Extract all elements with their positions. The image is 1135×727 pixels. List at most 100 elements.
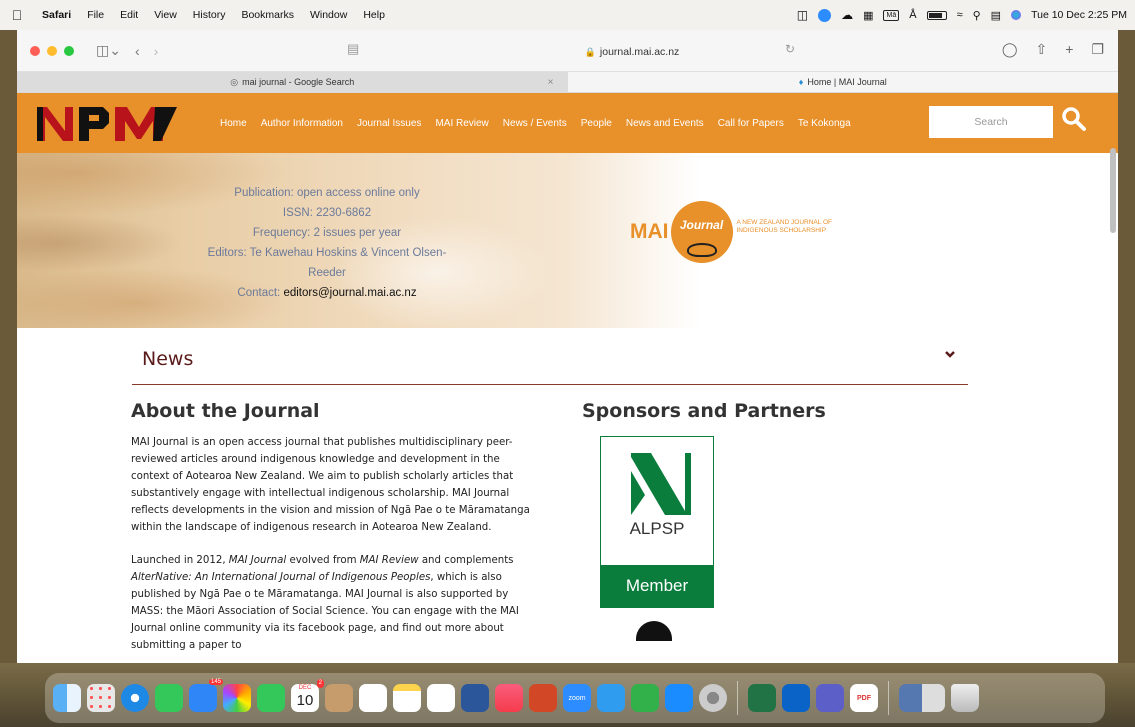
safari-icon[interactable]: [121, 684, 149, 712]
battery-icon[interactable]: [926, 10, 947, 20]
calendar-badge: 2: [316, 679, 324, 688]
sidebar-toggle-icon[interactable]: ◫⌄: [96, 42, 121, 59]
keynote-icon[interactable]: [597, 684, 625, 712]
close-tab-icon[interactable]: ×: [548, 77, 554, 88]
npm-logo[interactable]: [35, 103, 180, 143]
powerpoint-icon[interactable]: [529, 684, 557, 712]
menu-history[interactable]: History: [185, 9, 234, 21]
hero-banner: Publication: open access online only ISS…: [17, 153, 1118, 328]
menu-edit[interactable]: Edit: [112, 9, 146, 21]
numbers-icon[interactable]: [631, 684, 659, 712]
nav-people[interactable]: People: [574, 118, 619, 129]
issn-info: ISSN: 2230-6862: [282, 207, 372, 219]
page-scrollbar[interactable]: [1110, 148, 1116, 233]
alpsp-member-label: Member: [601, 565, 713, 607]
menu-window[interactable]: Window: [302, 9, 355, 21]
trash-icon[interactable]: [951, 684, 979, 712]
notes-icon[interactable]: [393, 684, 421, 712]
preview-icon[interactable]: [899, 684, 945, 712]
nav-call-for-papers[interactable]: Call for Papers: [711, 118, 791, 129]
launchpad-icon[interactable]: [87, 684, 115, 712]
word-icon[interactable]: [461, 684, 489, 712]
facetime-icon[interactable]: [257, 684, 285, 712]
zoom-status-icon[interactable]: [818, 8, 832, 22]
tab-google-search[interactable]: ◎ mai journal - Google Search ×: [17, 72, 568, 92]
spotlight-icon[interactable]: ⚲: [973, 9, 981, 22]
finder-icon[interactable]: [53, 684, 81, 712]
tab-label: Home | MAI Journal: [807, 77, 887, 87]
search-icon[interactable]: [1061, 106, 1087, 132]
menu-file[interactable]: File: [79, 9, 112, 21]
nav-journal-issues[interactable]: Journal Issues: [350, 118, 428, 129]
contact-label: Contact:: [237, 287, 281, 299]
contacts-icon[interactable]: [325, 684, 353, 712]
tab-mai-journal[interactable]: ♦ Home | MAI Journal: [567, 72, 1118, 92]
back-button[interactable]: ‹: [135, 43, 140, 59]
wifi-icon[interactable]: ≈: [957, 9, 963, 21]
news-heading: News: [142, 348, 194, 370]
p2-text: and complements: [418, 555, 514, 566]
input-method-icon[interactable]: Mā: [883, 9, 900, 21]
acrobat-icon[interactable]: PDF: [850, 684, 878, 712]
nav-news-events[interactable]: News / Events: [496, 118, 574, 129]
share-icon[interactable]: ⇧: [1036, 41, 1048, 58]
nav-mai-review[interactable]: MAI Review: [428, 118, 495, 129]
drupal-icon: ♦: [798, 77, 804, 87]
tab-bar: ◎ mai journal - Google Search × ♦ Home |…: [17, 72, 1118, 93]
outlook-icon[interactable]: [782, 684, 810, 712]
siri-icon[interactable]: [1011, 10, 1022, 20]
nav-home[interactable]: Home: [213, 118, 254, 129]
messages-icon[interactable]: [155, 684, 183, 712]
zoom-window-button[interactable]: [64, 45, 74, 56]
new-tab-icon[interactable]: +: [1065, 41, 1073, 58]
system-settings-icon[interactable]: [699, 684, 727, 712]
app-store-icon[interactable]: [665, 684, 693, 712]
bluetooth-icon[interactable]: Å: [909, 9, 916, 21]
tab-overview-icon[interactable]: ❐: [1091, 41, 1104, 58]
excel-icon[interactable]: [748, 684, 776, 712]
nav-author-information[interactable]: Author Information: [254, 118, 350, 129]
menu-help[interactable]: Help: [355, 9, 393, 21]
menu-view[interactable]: View: [146, 9, 185, 21]
reminders-icon[interactable]: [359, 684, 387, 712]
reload-icon[interactable]: ↻: [785, 42, 795, 56]
minimize-window-button[interactable]: [47, 45, 57, 56]
news-accordion[interactable]: News: [132, 334, 968, 385]
address-bar[interactable]: 🔒 journal.mai.ac.nz: [487, 42, 777, 62]
mail-icon[interactable]: 145: [189, 679, 223, 712]
music-icon[interactable]: [495, 684, 523, 712]
site-search-input[interactable]: Search: [929, 106, 1053, 138]
menubar-clock[interactable]: Tue 10 Dec 2:25 PM: [1031, 9, 1127, 21]
page-menu-icon[interactable]: ▤: [347, 41, 359, 57]
menu-bookmarks[interactable]: Bookmarks: [233, 9, 302, 21]
p2-text: evolved from: [286, 555, 360, 566]
window-controls: [17, 45, 74, 56]
forward-button[interactable]: ›: [154, 43, 159, 59]
zoom-icon[interactable]: zoom: [563, 684, 591, 712]
zoom-label: zoom: [568, 694, 586, 702]
address-text: journal.mai.ac.nz: [599, 46, 680, 58]
close-window-button[interactable]: [30, 45, 40, 56]
nav-news-and-events[interactable]: News and Events: [619, 118, 711, 129]
menu-app-name[interactable]: Safari: [34, 9, 79, 21]
downloads-icon[interactable]: ◯: [1002, 41, 1018, 58]
cloud-icon[interactable]: ☁: [841, 8, 853, 22]
journal-brand-text: Journal: [679, 218, 724, 232]
photos-icon[interactable]: [223, 684, 251, 712]
p2-text: Launched in 2012,: [131, 555, 229, 566]
apple-menu-icon[interactable]: : [0, 7, 34, 23]
chevron-down-icon[interactable]: [944, 348, 956, 360]
compass-icon: ◎: [230, 76, 239, 87]
dock-separator: [888, 681, 889, 715]
calendar-icon[interactable]: DEC 10 2: [291, 679, 324, 712]
nav-te-kokonga[interactable]: Te Kokonga: [791, 118, 858, 129]
mai-circle-emblem: Journal: [670, 201, 733, 263]
teams-icon[interactable]: [816, 684, 844, 712]
freeform-icon[interactable]: [427, 684, 455, 712]
contact-email-link[interactable]: editors@journal.mai.ac.nz: [283, 287, 416, 299]
calendar-status-icon[interactable]: ▦: [863, 9, 873, 22]
pdf-label: PDF: [857, 694, 871, 702]
screen-share-icon[interactable]: ◫: [797, 8, 808, 22]
control-center-icon[interactable]: ▤: [991, 9, 1001, 22]
alpsp-member-badge[interactable]: ALPSP Member: [600, 436, 714, 608]
